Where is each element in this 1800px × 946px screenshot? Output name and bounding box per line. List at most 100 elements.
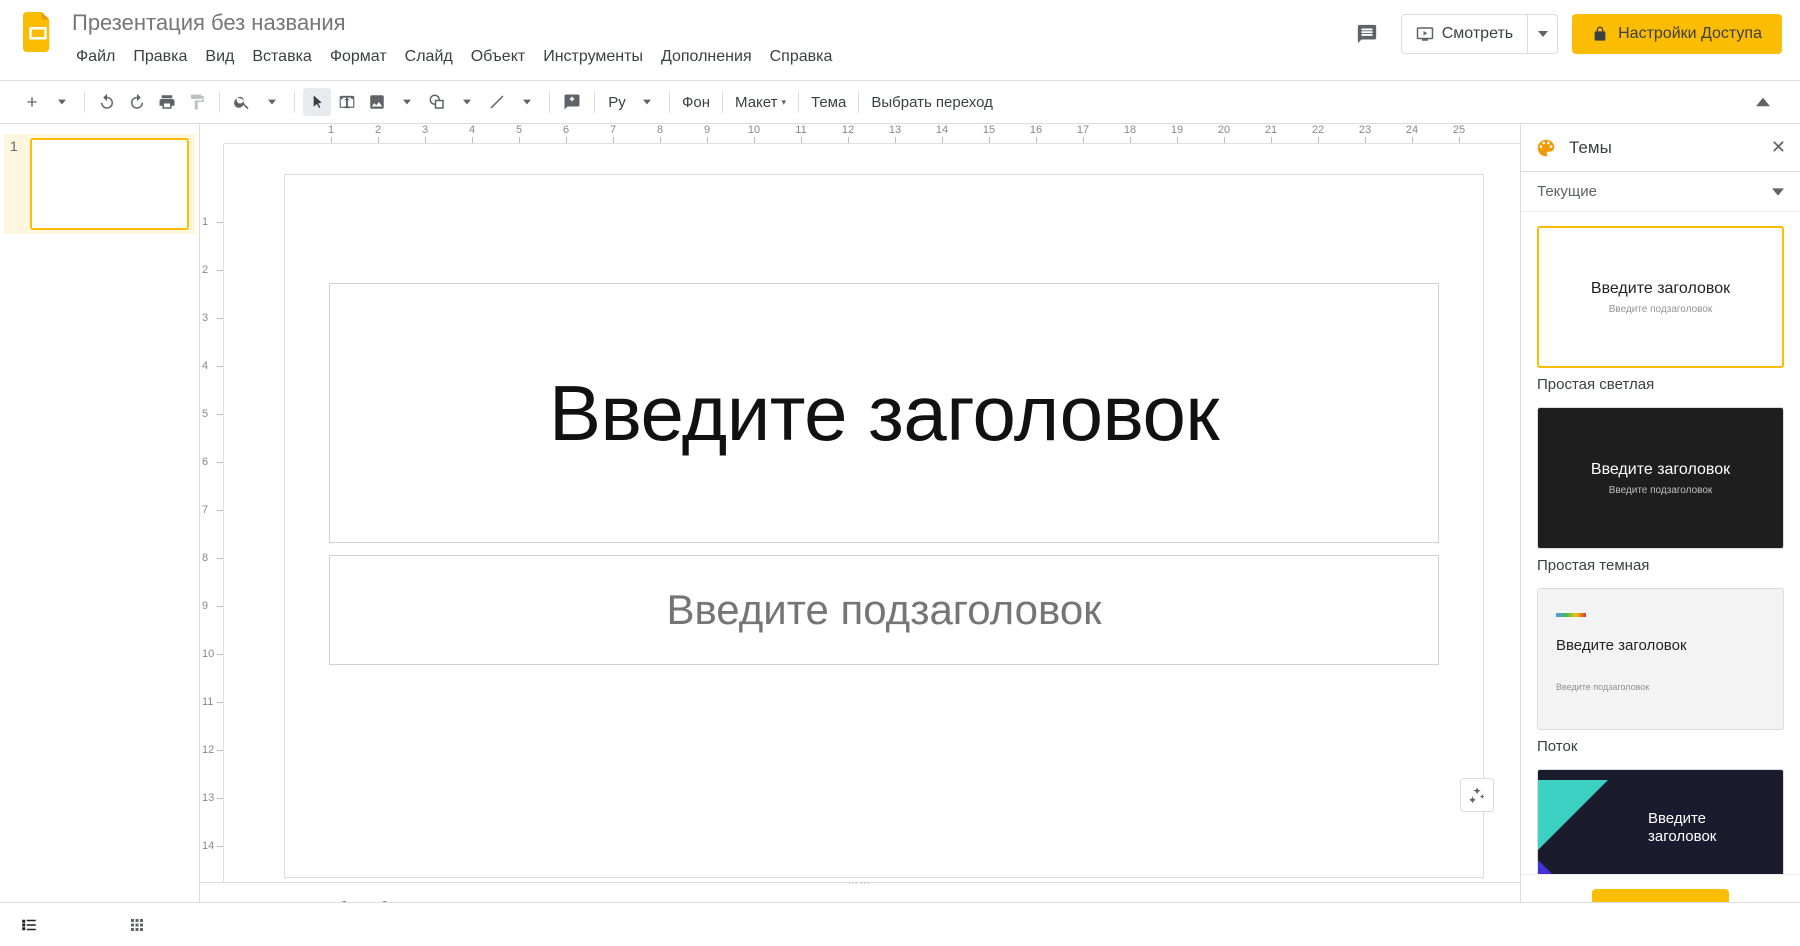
chevron-down-icon xyxy=(1538,29,1548,39)
print-button[interactable] xyxy=(153,88,181,116)
share-label: Настройки Доступа xyxy=(1618,25,1762,43)
explore-button[interactable] xyxy=(1460,778,1494,812)
grid-view-button[interactable] xyxy=(128,916,146,934)
menu-слайд[interactable]: Слайд xyxy=(397,44,461,70)
menu-формат[interactable]: Формат xyxy=(322,44,395,70)
background-button[interactable]: Фон xyxy=(678,88,714,116)
theme-name: Простая темная xyxy=(1537,557,1784,574)
theme-preview: Введите заголовокВведите подзаголовок xyxy=(1537,407,1784,549)
title-text: Введите заголовок xyxy=(549,368,1219,459)
image-dropdown[interactable] xyxy=(393,88,421,116)
present-dropdown[interactable] xyxy=(1527,15,1557,53)
separator xyxy=(594,91,595,113)
vertical-ruler: 1234567891011121314 xyxy=(200,144,224,882)
theme-preview: Введите заголовокВведите подзаголовок xyxy=(1537,226,1784,368)
notes-handle[interactable]: ⋯⋯ xyxy=(848,878,872,889)
main-area: 1 12345678910111213141516171819202122232… xyxy=(0,124,1800,946)
menu-вставка[interactable]: Вставка xyxy=(244,44,319,70)
menu-правка[interactable]: Правка xyxy=(125,44,195,70)
present-button-group: Смотреть xyxy=(1401,14,1558,54)
filmstrip: 1 xyxy=(0,124,200,946)
separator xyxy=(294,91,295,113)
collapse-toolbar-button[interactable] xyxy=(1752,91,1774,113)
app-header: Презентация без названия ФайлПравкаВидВс… xyxy=(0,0,1800,80)
theme-button[interactable]: Тема xyxy=(807,88,850,116)
themes-section-label: Текущие xyxy=(1537,183,1597,200)
slides-logo[interactable] xyxy=(18,12,58,52)
new-slide-button[interactable] xyxy=(18,88,46,116)
horizontal-ruler: 1234567891011121314151617181920212223242… xyxy=(224,124,1520,144)
chevron-up-icon xyxy=(1756,95,1770,109)
subtitle-text: Введите подзаголовок xyxy=(666,586,1101,634)
canvas-row: 1234567891011121314 Введите заголовок Вв… xyxy=(200,144,1520,882)
theme-name: Простая светлая xyxy=(1537,376,1784,393)
paint-format-button[interactable] xyxy=(183,88,211,116)
theme-card-1[interactable]: Введите заголовокВведите подзаголовок Про… xyxy=(1537,407,1784,574)
theme-preview: ВведитезаголовокВведите подзаголовок xyxy=(1537,769,1784,874)
theme-name: Поток xyxy=(1537,738,1784,755)
header-actions: Смотреть Настройки Доступа xyxy=(1347,8,1782,54)
close-themes-button[interactable]: ✕ xyxy=(1771,137,1786,158)
layout-button[interactable]: Макет xyxy=(731,88,790,116)
menu-вид[interactable]: Вид xyxy=(197,44,242,70)
themes-section[interactable]: Текущие xyxy=(1521,172,1800,212)
menu-дополнения[interactable]: Дополнения xyxy=(653,44,760,70)
present-label: Смотреть xyxy=(1442,25,1513,43)
filmstrip-view-button[interactable] xyxy=(20,916,38,934)
chevron-down-icon xyxy=(1772,186,1784,198)
redo-button[interactable] xyxy=(123,88,151,116)
comment-tool[interactable] xyxy=(558,88,586,116)
input-tools-button[interactable]: Ру xyxy=(603,88,631,116)
palette-icon xyxy=(1535,137,1557,159)
canvas-scroll[interactable]: Введите заголовок Введите подзаголовок xyxy=(224,144,1520,882)
transition-button[interactable]: Выбрать переход xyxy=(867,88,997,116)
zoom-button[interactable] xyxy=(228,88,256,116)
bottom-bar xyxy=(0,902,1800,946)
separator xyxy=(549,91,550,113)
separator xyxy=(219,91,220,113)
canvas-area: 1234567891011121314151617181920212223242… xyxy=(200,124,1520,946)
zoom-dropdown[interactable] xyxy=(258,88,286,116)
slide[interactable]: Введите заголовок Введите подзаголовок xyxy=(284,174,1484,878)
title-placeholder-box[interactable]: Введите заголовок xyxy=(329,283,1439,543)
select-tool[interactable] xyxy=(303,88,331,116)
theme-card-0[interactable]: Введите заголовокВведите подзаголовок Про… xyxy=(1537,226,1784,393)
toolbar: Ру Фон Макет Тема Выбрать переход xyxy=(0,80,1800,124)
undo-button[interactable] xyxy=(93,88,121,116)
menu-инструменты[interactable]: Инструменты xyxy=(535,44,651,70)
theme-card-2[interactable]: Введите заголовокВведите подзаголовок Пот… xyxy=(1537,588,1784,755)
theme-preview: Введите заголовокВведите подзаголовок xyxy=(1537,588,1784,730)
document-title[interactable]: Презентация без названия xyxy=(68,8,350,38)
slide-number: 1 xyxy=(10,138,24,154)
explore-icon xyxy=(1468,786,1486,804)
theme-card-3[interactable]: ВведитезаголовокВведите подзаголовокФоку… xyxy=(1537,769,1784,874)
separator xyxy=(84,91,85,113)
separator xyxy=(669,91,670,113)
new-slide-dropdown[interactable] xyxy=(48,88,76,116)
textbox-tool[interactable] xyxy=(333,88,361,116)
share-button[interactable]: Настройки Доступа xyxy=(1572,14,1782,54)
slide-thumbnail[interactable]: 1 xyxy=(4,134,195,234)
themes-header: Темы ✕ xyxy=(1521,124,1800,172)
separator xyxy=(798,91,799,113)
present-icon xyxy=(1416,25,1434,43)
separator xyxy=(722,91,723,113)
shape-dropdown[interactable] xyxy=(453,88,481,116)
title-zone: Презентация без названия ФайлПравкаВидВс… xyxy=(68,8,1347,70)
shape-tool[interactable] xyxy=(423,88,451,116)
line-dropdown[interactable] xyxy=(513,88,541,116)
themes-list[interactable]: Введите заголовокВведите подзаголовок Про… xyxy=(1521,212,1800,874)
menu-объект[interactable]: Объект xyxy=(463,44,533,70)
line-tool[interactable] xyxy=(483,88,511,116)
present-button[interactable]: Смотреть xyxy=(1402,15,1527,53)
input-tools-dropdown[interactable] xyxy=(633,88,661,116)
comments-icon[interactable] xyxy=(1347,14,1387,54)
themes-panel: Темы ✕ Текущие Введите заголовокВведите … xyxy=(1520,124,1800,946)
menu-bar: ФайлПравкаВидВставкаФорматСлайдОбъектИнс… xyxy=(68,44,1347,70)
themes-title: Темы xyxy=(1569,138,1759,158)
menu-файл[interactable]: Файл xyxy=(68,44,123,70)
toolbar-left: Ру Фон Макет Тема Выбрать переход xyxy=(18,88,997,116)
image-tool[interactable] xyxy=(363,88,391,116)
subtitle-placeholder-box[interactable]: Введите подзаголовок xyxy=(329,555,1439,665)
menu-справка[interactable]: Справка xyxy=(762,44,841,70)
